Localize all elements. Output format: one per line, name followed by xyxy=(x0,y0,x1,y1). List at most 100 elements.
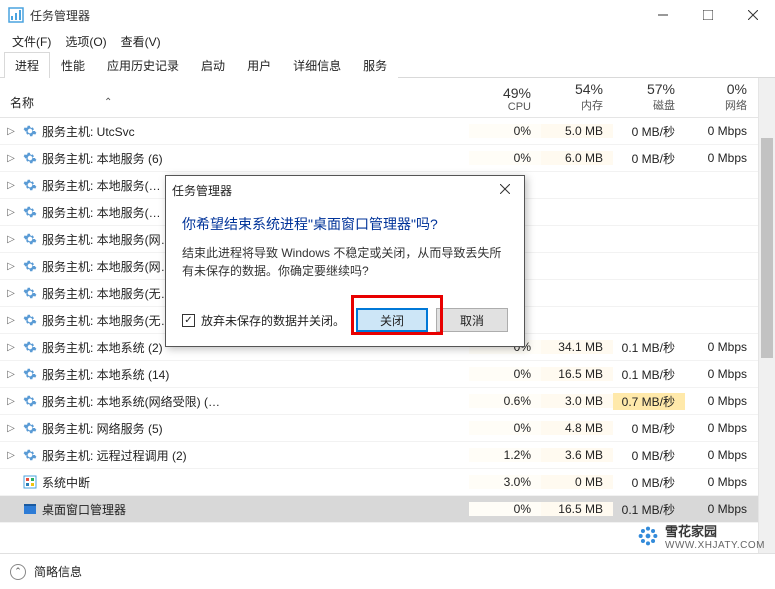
expand-toggle-icon[interactable]: ▷ xyxy=(4,450,18,461)
watermark-line1: 雪花家园 xyxy=(665,521,765,540)
process-name: 服务主机: 本地系统 (2) xyxy=(42,339,163,356)
disk-pct: 57% xyxy=(613,81,675,97)
table-row[interactable]: ▷服务主机: 本地系统(网络受限) (…0.6%3.0 MB0.7 MB/秒0 … xyxy=(0,388,775,415)
process-icon xyxy=(22,123,38,139)
confirm-dialog: 任务管理器 你希望结束系统进程"桌面窗口管理器"吗? 结束此进程将导致 Wind… xyxy=(165,175,525,347)
footer-label[interactable]: 简略信息 xyxy=(34,563,82,580)
process-icon xyxy=(22,150,38,166)
cell-cpu: 3.0% xyxy=(469,475,541,489)
col-name-label: 名称 xyxy=(10,94,34,111)
dialog-body: 你希望结束系统进程"桌面窗口管理器"吗? 结束此进程将导致 Windows 不稳… xyxy=(166,204,524,300)
table-row[interactable]: 桌面窗口管理器0%16.5 MB0.1 MB/秒0 Mbps xyxy=(0,496,775,523)
cell-disk: 0.1 MB/秒 xyxy=(613,501,685,518)
mem-label: 内存 xyxy=(541,97,603,113)
table-row[interactable]: ▷服务主机: 本地系统 (14)0%16.5 MB0.1 MB/秒0 Mbps xyxy=(0,361,775,388)
expand-toggle-icon[interactable]: ▷ xyxy=(4,315,18,326)
col-cpu[interactable]: 49% CPU xyxy=(469,81,541,117)
net-pct: 0% xyxy=(685,81,747,97)
table-row[interactable]: 系统中断3.0%0 MB0 MB/秒0 Mbps xyxy=(0,469,775,496)
tab-processes[interactable]: 进程 xyxy=(4,52,50,78)
cell-cpu: 0% xyxy=(469,502,541,516)
table-row[interactable]: ▷服务主机: UtcSvc0%5.0 MB0 MB/秒0 Mbps xyxy=(0,118,775,145)
tab-services[interactable]: 服务 xyxy=(352,52,398,78)
footer-bar: ⌃ 简略信息 xyxy=(0,553,775,589)
process-icon xyxy=(22,285,38,301)
cell-disk: 0 MB/秒 xyxy=(613,447,685,464)
cell-mem: 3.6 MB xyxy=(541,448,613,462)
sort-caret-icon: ⌃ xyxy=(104,97,112,108)
cell-net: 0 Mbps xyxy=(685,367,757,381)
cell-mem: 5.0 MB xyxy=(541,124,613,138)
chevron-up-icon[interactable]: ⌃ xyxy=(10,564,26,580)
tab-app-history[interactable]: 应用历史记录 xyxy=(96,52,190,78)
table-row[interactable]: ▷服务主机: 远程过程调用 (2)1.2%3.6 MB0 MB/秒0 Mbps xyxy=(0,442,775,469)
tabstrip: 进程 性能 应用历史记录 启动 用户 详细信息 服务 xyxy=(0,52,775,78)
tab-startup[interactable]: 启动 xyxy=(190,52,236,78)
vertical-scrollbar[interactable] xyxy=(758,78,775,553)
col-name[interactable]: 名称 ⌃ xyxy=(0,94,469,117)
process-name: 服务主机: 本地服务(… xyxy=(42,177,161,194)
abandon-checkbox[interactable]: ✓ xyxy=(182,314,195,327)
scroll-thumb[interactable] xyxy=(761,138,773,358)
process-icon xyxy=(22,420,38,436)
expand-toggle-icon[interactable]: ▷ xyxy=(4,180,18,191)
cell-cpu: 1.2% xyxy=(469,448,541,462)
tab-performance[interactable]: 性能 xyxy=(50,52,96,78)
expand-toggle-icon[interactable]: ▷ xyxy=(4,234,18,245)
process-name: 系统中断 xyxy=(42,474,90,491)
process-name: 服务主机: 本地服务(… xyxy=(42,204,161,221)
process-icon xyxy=(22,501,38,517)
close-confirm-button[interactable]: 关闭 xyxy=(356,308,428,332)
process-icon xyxy=(22,393,38,409)
expand-toggle-icon[interactable]: ▷ xyxy=(4,261,18,272)
menu-options[interactable]: 选项(O) xyxy=(59,31,112,52)
expand-toggle-icon[interactable]: ▷ xyxy=(4,369,18,380)
expand-toggle-icon[interactable]: ▷ xyxy=(4,207,18,218)
table-row[interactable]: ▷服务主机: 网络服务 (5)0%4.8 MB0 MB/秒0 Mbps xyxy=(0,415,775,442)
app-icon xyxy=(8,7,24,23)
cell-net: 0 Mbps xyxy=(685,394,757,408)
watermark-logo-icon xyxy=(637,525,659,547)
expand-toggle-icon[interactable]: ▷ xyxy=(4,396,18,407)
expand-toggle-icon[interactable]: ▷ xyxy=(4,126,18,137)
col-mem[interactable]: 54% 内存 xyxy=(541,77,613,117)
menu-file[interactable]: 文件(F) xyxy=(6,31,57,52)
menu-view[interactable]: 查看(V) xyxy=(115,31,167,52)
dialog-close-button[interactable] xyxy=(492,183,518,197)
cell-net: 0 Mbps xyxy=(685,124,757,138)
tab-details[interactable]: 详细信息 xyxy=(282,52,352,78)
process-icon xyxy=(22,258,38,274)
table-header: 名称 ⌃ 49% CPU 54% 内存 57% 磁盘 0% 网络 xyxy=(0,78,775,118)
tab-users[interactable]: 用户 xyxy=(236,52,282,78)
col-net[interactable]: 0% 网络 xyxy=(685,77,757,117)
process-name: 服务主机: 本地系统 (14) xyxy=(42,366,169,383)
process-icon xyxy=(22,339,38,355)
expand-toggle-icon[interactable]: ▷ xyxy=(4,342,18,353)
dialog-title: 任务管理器 xyxy=(172,182,492,199)
close-button[interactable] xyxy=(730,0,775,30)
cell-mem: 34.1 MB xyxy=(541,340,613,354)
net-label: 网络 xyxy=(685,97,747,113)
cell-cpu: 0.6% xyxy=(469,394,541,408)
table-row[interactable]: ▷服务主机: 本地服务 (6)0%6.0 MB0 MB/秒0 Mbps xyxy=(0,145,775,172)
cell-disk: 0 MB/秒 xyxy=(613,123,685,140)
process-icon xyxy=(22,474,38,490)
cell-mem: 4.8 MB xyxy=(541,421,613,435)
expand-toggle-icon[interactable]: ▷ xyxy=(4,288,18,299)
expand-toggle-icon[interactable]: ▷ xyxy=(4,153,18,164)
cancel-button[interactable]: 取消 xyxy=(436,308,508,332)
process-name: 服务主机: 网络服务 (5) xyxy=(42,420,163,437)
expand-toggle-icon[interactable]: ▷ xyxy=(4,423,18,434)
menubar: 文件(F) 选项(O) 查看(V) xyxy=(0,30,775,52)
cell-net: 0 Mbps xyxy=(685,502,757,516)
cell-net: 0 Mbps xyxy=(685,151,757,165)
mem-pct: 54% xyxy=(541,81,603,97)
process-icon xyxy=(22,447,38,463)
col-disk[interactable]: 57% 磁盘 xyxy=(613,77,685,117)
process-name: 服务主机: UtcSvc xyxy=(42,123,135,140)
minimize-button[interactable] xyxy=(640,0,685,30)
titlebar: 任务管理器 xyxy=(0,0,775,30)
process-icon xyxy=(22,204,38,220)
maximize-button[interactable] xyxy=(685,0,730,30)
cpu-pct: 49% xyxy=(469,85,531,101)
